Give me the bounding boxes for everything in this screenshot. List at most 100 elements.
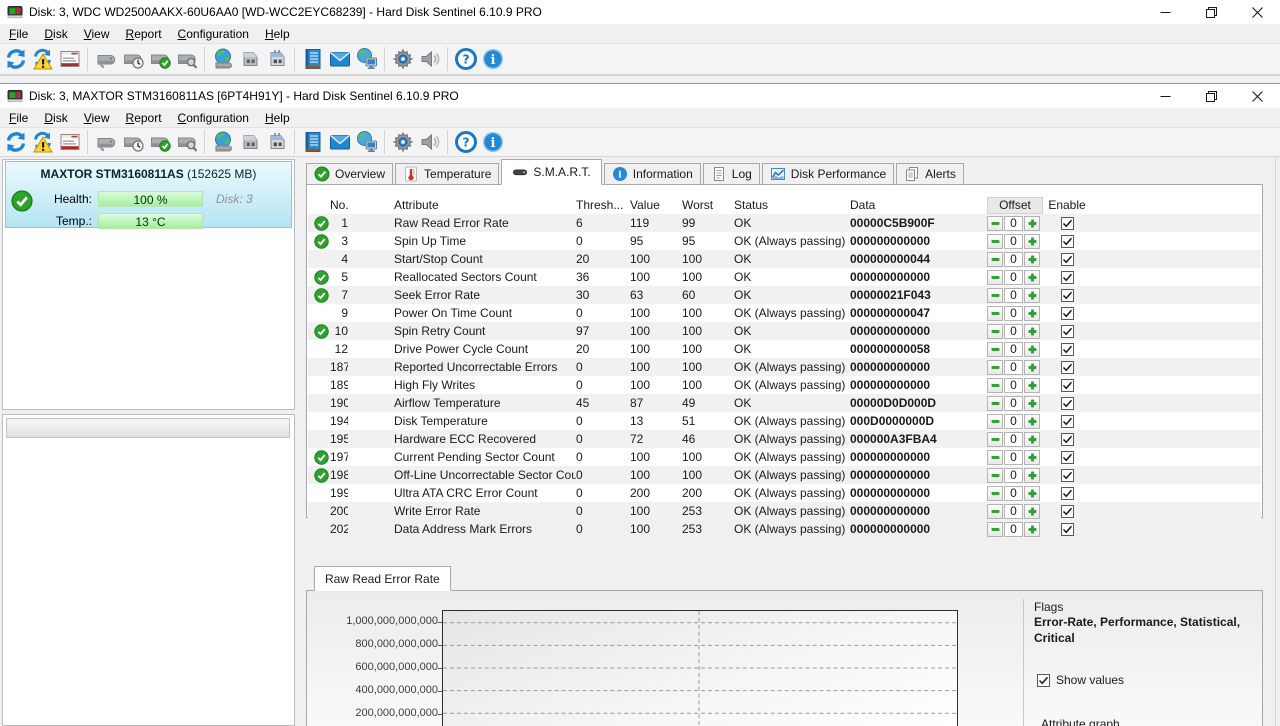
offset-value[interactable]: 0	[1004, 414, 1023, 429]
tab-information[interactable]: iInformation	[604, 163, 701, 185]
enable-checkbox[interactable]	[1061, 325, 1074, 338]
graph-tab-raw-read-error-rate[interactable]: Raw Read Error Rate	[314, 566, 451, 591]
tab-s-m-a-r-t[interactable]: S.M.A.R.T.	[501, 159, 601, 185]
offset-decrease-button[interactable]	[987, 378, 1003, 393]
smart-row-195[interactable]: 195Hardware ECC Recovered07246OK (Always…	[308, 430, 1261, 448]
header-threshold[interactable]: Thresh...	[576, 196, 630, 214]
help-toolbar-button[interactable]: ?	[452, 129, 479, 155]
offset-increase-button[interactable]	[1024, 432, 1040, 447]
offset-decrease-button[interactable]	[987, 504, 1003, 519]
offset-increase-button[interactable]	[1024, 414, 1040, 429]
enable-checkbox[interactable]	[1061, 271, 1074, 284]
enable-checkbox[interactable]	[1061, 415, 1074, 428]
lower-panel-header-bar[interactable]	[6, 418, 290, 438]
offset-decrease-button[interactable]	[987, 342, 1003, 357]
enable-checkbox[interactable]	[1061, 253, 1074, 266]
offset-increase-button[interactable]	[1024, 378, 1040, 393]
tab-alerts[interactable]: Alerts	[896, 163, 964, 185]
minimize-button[interactable]	[1142, 0, 1188, 24]
menu-configuration[interactable]: Configuration	[170, 108, 257, 128]
information-toolbar-button[interactable]: i	[479, 129, 506, 155]
offset-decrease-button[interactable]	[987, 486, 1003, 501]
offset-decrease-button[interactable]	[987, 216, 1003, 231]
disk-toolbar-button[interactable]	[92, 46, 119, 72]
disk-search-toolbar-button[interactable]	[173, 46, 200, 72]
offset-value[interactable]: 0	[1004, 324, 1023, 339]
enable-checkbox[interactable]	[1061, 397, 1074, 410]
disk-toolbar-button[interactable]	[92, 129, 119, 155]
offset-decrease-button[interactable]	[987, 522, 1003, 537]
menu-disk[interactable]: Disk	[36, 24, 75, 44]
titlebar-wdc[interactable]: Disk: 3, WDC WD2500AAKX-60U6AA0 [WD-WCC2…	[0, 0, 1280, 24]
tab-log[interactable]: Log	[703, 163, 760, 185]
connector-on-toolbar-button[interactable]	[263, 129, 290, 155]
enable-checkbox[interactable]	[1061, 235, 1074, 248]
menu-report[interactable]: Report	[118, 24, 170, 44]
header-no[interactable]: No.	[330, 196, 348, 214]
disk-check-toolbar-button[interactable]	[146, 129, 173, 155]
notes-toolbar-button[interactable]	[299, 46, 326, 72]
offset-increase-button[interactable]	[1024, 324, 1040, 339]
help-toolbar-button[interactable]: ?	[452, 46, 479, 72]
enable-checkbox[interactable]	[1061, 379, 1074, 392]
offset-value[interactable]: 0	[1004, 396, 1023, 411]
smart-row-187[interactable]: 187Reported Uncorrectable Errors0100100O…	[308, 358, 1261, 376]
offset-decrease-button[interactable]	[987, 252, 1003, 267]
offset-decrease-button[interactable]	[987, 234, 1003, 249]
smart-row-194[interactable]: 194Disk Temperature01351OK (Always passi…	[308, 412, 1261, 430]
close-button[interactable]	[1234, 84, 1280, 108]
restore-button[interactable]	[1188, 0, 1234, 24]
smart-row-9[interactable]: 9Power On Time Count0100100OK (Always pa…	[308, 304, 1261, 322]
minimize-button[interactable]	[1142, 84, 1188, 108]
menu-configuration[interactable]: Configuration	[170, 24, 257, 44]
enable-checkbox[interactable]	[1061, 433, 1074, 446]
disk-clock-toolbar-button[interactable]	[119, 129, 146, 155]
enable-checkbox[interactable]	[1061, 451, 1074, 464]
offset-increase-button[interactable]	[1024, 360, 1040, 375]
mail-toolbar-button[interactable]	[326, 46, 353, 72]
report-toolbar-button[interactable]	[56, 129, 83, 155]
tab-overview[interactable]: Overview	[306, 163, 393, 185]
header-worst[interactable]: Worst	[682, 196, 734, 214]
smart-row-4[interactable]: 4Start/Stop Count20100100OK0000000000440	[308, 250, 1261, 268]
header-offset[interactable]: Offset	[987, 197, 1043, 214]
header-status[interactable]: Status	[734, 196, 850, 214]
enable-checkbox[interactable]	[1061, 289, 1074, 302]
smart-row-199[interactable]: 199Ultra ATA CRC Error Count0200200OK (A…	[308, 484, 1261, 502]
offset-decrease-button[interactable]	[987, 450, 1003, 465]
titlebar-maxtor[interactable]: Disk: 3, MAXTOR STM3160811AS [6PT4H91Y] …	[0, 84, 1280, 108]
offset-decrease-button[interactable]	[987, 360, 1003, 375]
offset-decrease-button[interactable]	[987, 270, 1003, 285]
offset-increase-button[interactable]	[1024, 234, 1040, 249]
enable-checkbox[interactable]	[1061, 523, 1074, 536]
offset-value[interactable]: 0	[1004, 288, 1023, 303]
offset-value[interactable]: 0	[1004, 360, 1023, 375]
disk-search-toolbar-button[interactable]	[173, 129, 200, 155]
offset-increase-button[interactable]	[1024, 342, 1040, 357]
offset-value[interactable]: 0	[1004, 378, 1023, 393]
network-disk-toolbar-button[interactable]	[209, 129, 236, 155]
offset-decrease-button[interactable]	[987, 306, 1003, 321]
offset-increase-button[interactable]	[1024, 522, 1040, 537]
mail-toolbar-button[interactable]	[326, 129, 353, 155]
offset-increase-button[interactable]	[1024, 252, 1040, 267]
enable-checkbox[interactable]	[1061, 307, 1074, 320]
offset-increase-button[interactable]	[1024, 288, 1040, 303]
offset-value[interactable]: 0	[1004, 504, 1023, 519]
smart-row-12[interactable]: 12Drive Power Cycle Count20100100OK00000…	[308, 340, 1261, 358]
smart-row-190[interactable]: 190Airflow Temperature458749OK00000D0D00…	[308, 394, 1261, 412]
smart-row-200[interactable]: 200Write Error Rate0100253OK (Always pas…	[308, 502, 1261, 520]
offset-value[interactable]: 0	[1004, 306, 1023, 321]
offset-increase-button[interactable]	[1024, 450, 1040, 465]
menu-help[interactable]: Help	[257, 108, 298, 128]
offset-increase-button[interactable]	[1024, 468, 1040, 483]
smart-row-202[interactable]: 202Data Address Mark Errors0100253OK (Al…	[308, 520, 1261, 538]
remote-computer-toolbar-button[interactable]	[353, 129, 380, 155]
tab-temperature[interactable]: Temperature	[395, 163, 499, 185]
sounds-toolbar-button[interactable]	[416, 46, 443, 72]
offset-value[interactable]: 0	[1004, 216, 1023, 231]
refresh-toolbar-button[interactable]	[2, 129, 29, 155]
offset-increase-button[interactable]	[1024, 396, 1040, 411]
sounds-toolbar-button[interactable]	[416, 129, 443, 155]
offset-value[interactable]: 0	[1004, 432, 1023, 447]
